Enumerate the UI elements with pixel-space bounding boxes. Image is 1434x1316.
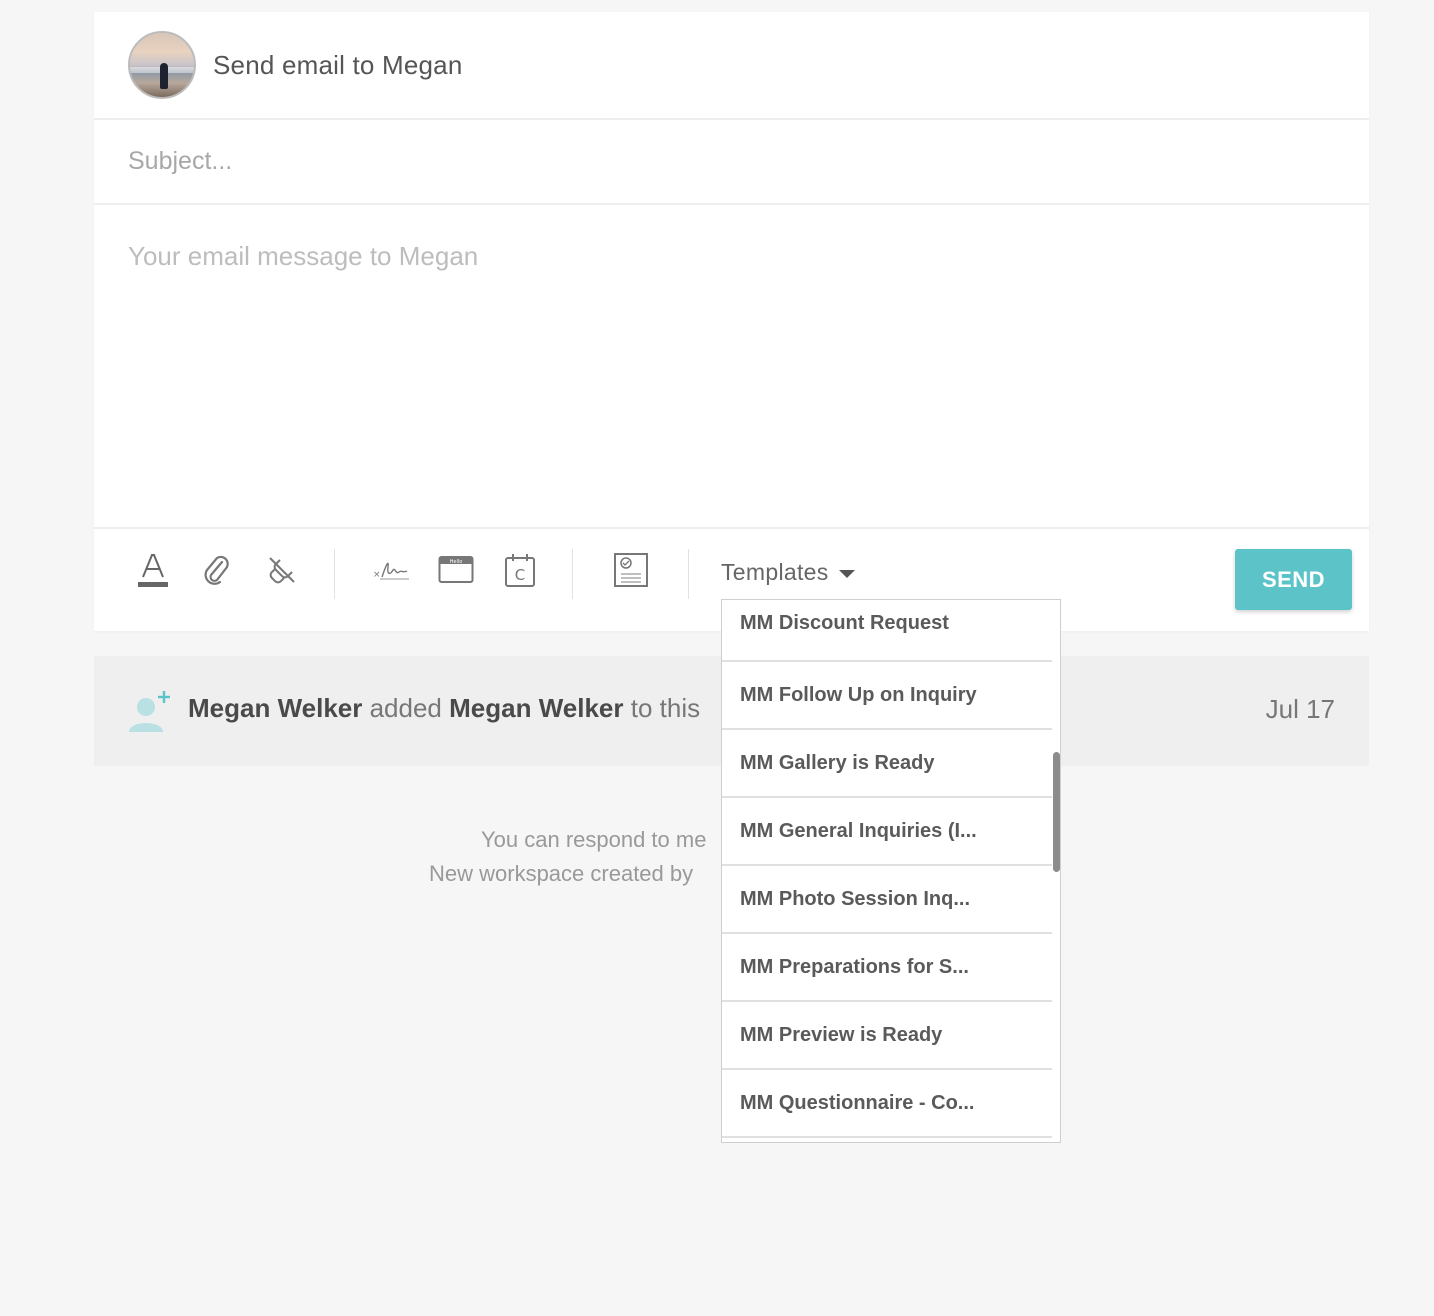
composer-header: Send email to Megan xyxy=(94,12,1369,120)
dropdown-scrollbar[interactable] xyxy=(1053,752,1060,872)
composer-title: Send email to Megan xyxy=(213,49,463,80)
browser-window-icon[interactable]: Hello xyxy=(437,551,475,589)
template-item[interactable]: MM Gallery is Ready xyxy=(722,730,1052,798)
toolbar-divider xyxy=(334,549,335,599)
message-row xyxy=(94,205,1369,529)
template-item[interactable]: MM Questionnaire - Co... xyxy=(722,1070,1052,1138)
attachment-icon[interactable] xyxy=(198,551,236,589)
calendar-icon[interactable]: C xyxy=(501,551,539,589)
toolbar-divider xyxy=(688,549,689,599)
workspace-note: New workspace created by xyxy=(429,861,694,886)
send-button[interactable]: SEND xyxy=(1235,549,1352,610)
templates-dropdown-button[interactable]: Templates xyxy=(721,559,855,586)
template-item[interactable]: MM Photo Session Inq... xyxy=(722,866,1052,934)
template-item[interactable]: MM Discount Request xyxy=(722,600,1052,662)
subject-row xyxy=(94,120,1369,205)
templates-dropdown-menu: MM Discount Request MM Follow Up on Inqu… xyxy=(721,599,1061,1143)
activity-text: Megan Welker added Megan Welker to this xyxy=(188,693,700,724)
remove-link-icon[interactable] xyxy=(263,551,301,589)
signature-icon[interactable]: × xyxy=(372,551,412,589)
activity-verb: added xyxy=(369,693,442,723)
toolbar-divider xyxy=(572,549,573,599)
template-item[interactable]: MM Preparations for S... xyxy=(722,934,1052,1002)
templates-label: Templates xyxy=(721,559,829,585)
templates-list: MM Discount Request MM Follow Up on Inqu… xyxy=(722,600,1052,1138)
svg-text:Hello: Hello xyxy=(450,559,463,565)
template-item[interactable]: MM Preview is Ready xyxy=(722,1002,1052,1070)
chevron-down-icon xyxy=(838,569,855,578)
add-user-icon xyxy=(129,691,170,732)
certificate-icon[interactable] xyxy=(612,551,650,589)
text-format-icon[interactable] xyxy=(134,551,172,589)
message-input[interactable] xyxy=(128,241,1335,501)
svg-text:×: × xyxy=(373,570,381,580)
avatar xyxy=(128,31,196,99)
activity-suffix: to this xyxy=(630,693,701,723)
respond-note: You can respond to me xyxy=(481,827,707,852)
template-item[interactable]: MM General Inquiries (I... xyxy=(722,798,1052,866)
svg-text:C: C xyxy=(515,566,525,584)
subject-input[interactable] xyxy=(128,147,1328,176)
activity-actor: Megan Welker xyxy=(188,693,363,723)
activity-date: Jul 17 xyxy=(1265,694,1335,724)
activity-target: Megan Welker xyxy=(449,693,624,723)
email-composer: Send email to Megan Subject... Your emai… xyxy=(94,12,1369,631)
template-item[interactable]: MM Follow Up on Inquiry xyxy=(722,662,1052,730)
